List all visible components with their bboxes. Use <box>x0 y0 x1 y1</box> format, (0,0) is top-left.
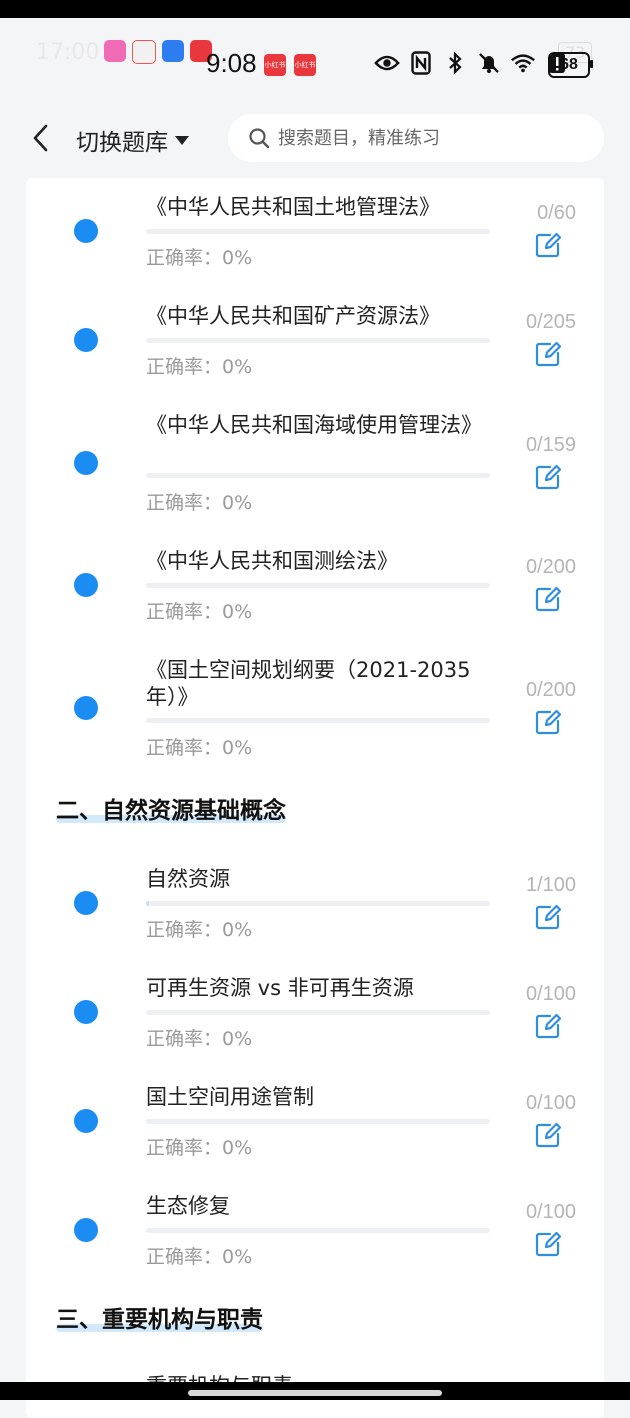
item-title: 《中华人民共和国矿产资源法》 <box>146 304 440 328</box>
eye-icon <box>374 50 400 76</box>
item-title: 国土空间用途管制 <box>146 1085 314 1109</box>
chevron-left-icon <box>33 124 48 152</box>
battery-tip <box>590 60 593 68</box>
status-dot <box>74 1000 98 1024</box>
status-dot <box>74 219 98 243</box>
status-dot <box>74 451 98 475</box>
edit-icon[interactable] <box>534 231 562 259</box>
section-heading: 三、重要机构与职责 <box>56 1307 263 1333</box>
progress-count: 0/200 <box>525 556 576 578</box>
bluetooth-icon <box>442 50 468 76</box>
edit-icon[interactable] <box>534 1012 562 1040</box>
xiaohongshu-icon: 小红书 <box>294 54 316 76</box>
edit-icon[interactable] <box>534 1121 562 1149</box>
progress-fill <box>146 901 150 906</box>
progress-bar <box>146 718 490 723</box>
accuracy-text: 正确率：0% <box>146 737 253 759</box>
item-title: 《中华人民共和国测绘法》 <box>146 549 398 573</box>
progress-count: 0/205 <box>525 311 576 333</box>
edit-icon[interactable] <box>534 340 562 368</box>
progress-bar <box>146 1010 490 1015</box>
system-icons <box>374 50 570 76</box>
progress-bar <box>146 901 490 906</box>
edit-icon[interactable] <box>534 463 562 491</box>
edit-icon[interactable] <box>534 1230 562 1258</box>
header-bar: 切换题库 <box>0 100 630 178</box>
edit-icon[interactable] <box>534 585 562 613</box>
status-time: 9:08 <box>206 48 257 78</box>
progress-count: 0/100 <box>525 1201 576 1223</box>
status-dot <box>74 891 98 915</box>
question-bank-list: 《中华人民共和国土地管理法》 正确率：0% 0/60 《中华人民共和国矿产资源法… <box>26 178 604 1418</box>
home-indicator[interactable] <box>188 1390 442 1396</box>
search-input[interactable] <box>276 126 580 150</box>
progress-count: 0/159 <box>525 434 576 456</box>
xiaohongshu-icon: 小红书 <box>264 54 286 76</box>
search-box[interactable] <box>228 114 604 162</box>
accuracy-text: 正确率：0% <box>146 919 253 941</box>
item-title: 《国土空间规划纲要（2021-2035年）》 <box>146 658 471 709</box>
status-dot <box>74 573 98 597</box>
item-title: 可再生资源 vs 非可再生资源 <box>146 976 414 1000</box>
switch-bank-dropdown[interactable]: 切换题库 <box>76 122 190 158</box>
item-title: 生态修复 <box>146 1194 230 1218</box>
item-title: 《中华人民共和国海域使用管理法》 <box>146 413 482 437</box>
back-button[interactable] <box>24 120 56 156</box>
progress-bar <box>146 338 490 343</box>
bell-muted-icon <box>476 50 502 76</box>
nfc-icon <box>408 50 434 76</box>
top-black-band <box>0 0 630 18</box>
progress-count: 0/200 <box>525 679 576 701</box>
accuracy-text: 正确率：0% <box>146 1137 253 1159</box>
status-dot <box>74 1218 98 1242</box>
section-heading: 二、自然资源基础概念 <box>56 798 286 824</box>
accuracy-text: 正确率：0% <box>146 356 253 378</box>
progress-bar <box>146 1119 490 1124</box>
progress-bar <box>146 1228 490 1233</box>
caret-down-icon <box>175 136 189 145</box>
wifi-icon <box>510 50 536 76</box>
accuracy-text: 正确率：0% <box>146 492 253 514</box>
switch-bank-label: 切换题库 <box>76 130 168 156</box>
progress-bar <box>146 473 490 478</box>
edit-icon[interactable] <box>534 903 562 931</box>
progress-count: 0/100 <box>525 1092 576 1114</box>
progress-count: 1/100 <box>525 874 576 896</box>
progress-count: 0/60 <box>537 202 576 224</box>
accuracy-text: 正确率：0% <box>146 1246 253 1268</box>
progress-count: 0/100 <box>525 983 576 1005</box>
battery-indicator: 68 <box>548 52 590 78</box>
accuracy-text: 正确率：0% <box>146 1028 253 1050</box>
item-title: 自然资源 <box>146 867 230 891</box>
progress-bar <box>146 583 490 588</box>
search-icon <box>249 128 270 149</box>
status-dot <box>74 328 98 352</box>
accuracy-text: 正确率：0% <box>146 601 253 623</box>
item-title: 《中华人民共和国土地管理法》 <box>146 195 440 219</box>
status-bar: 9:08 小红书 小红书 68 <box>0 44 630 84</box>
accuracy-text: 正确率：0% <box>146 247 253 269</box>
progress-bar <box>146 229 490 234</box>
status-dot <box>74 1109 98 1133</box>
edit-icon[interactable] <box>534 708 562 736</box>
status-dot <box>74 696 98 720</box>
